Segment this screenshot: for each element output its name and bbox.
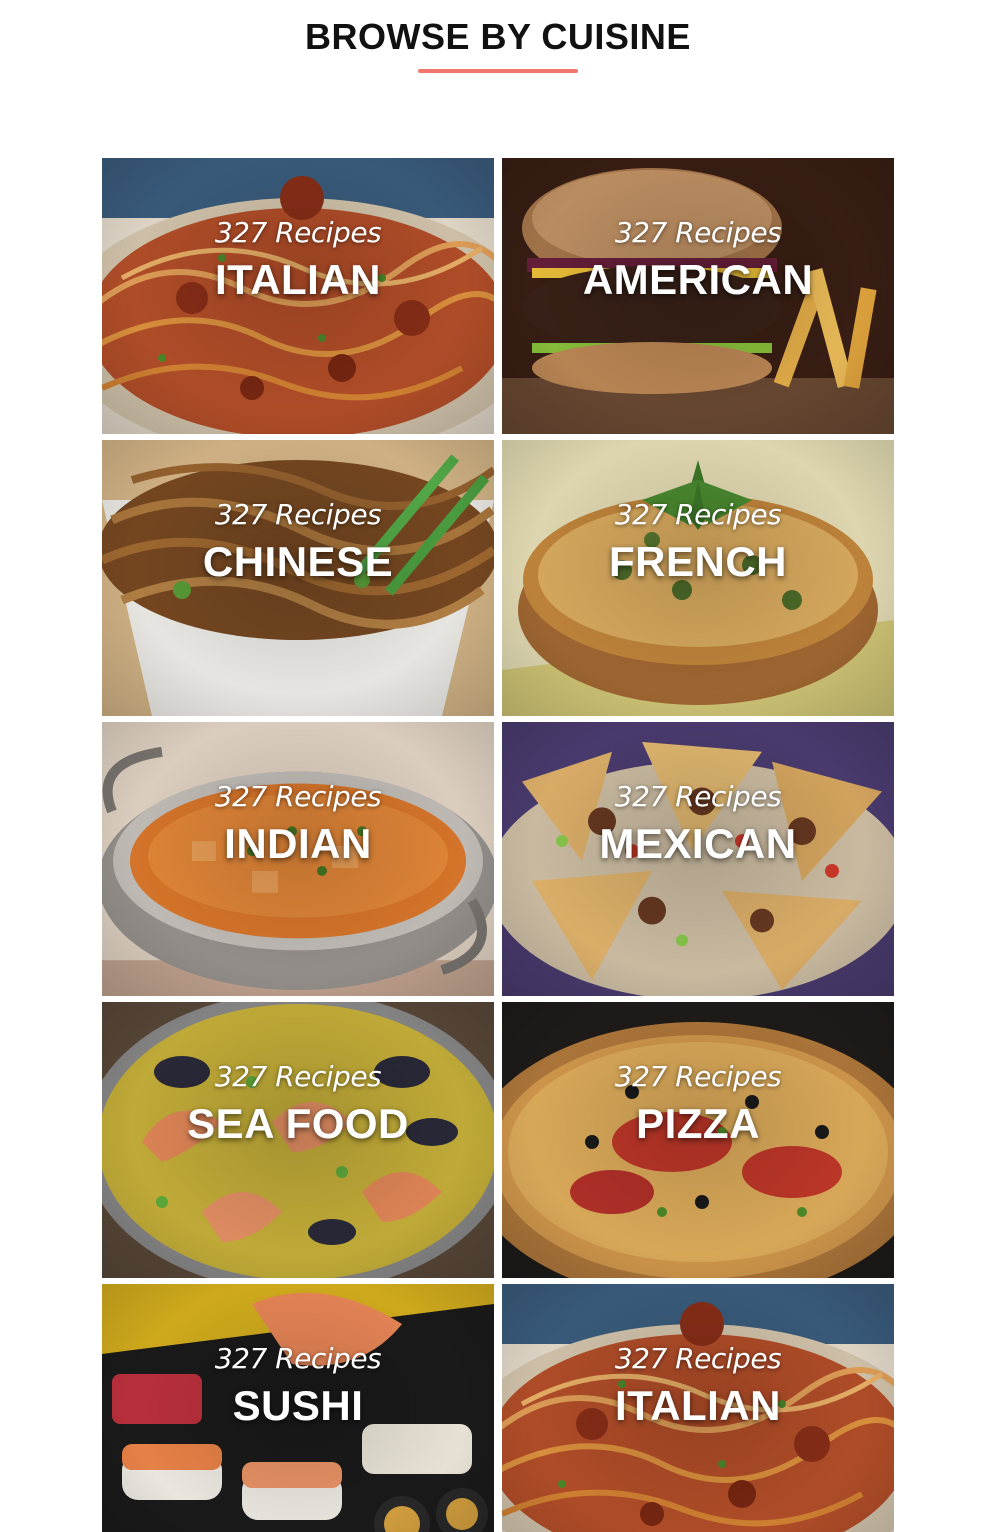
- cuisine-card-mexican[interactable]: 327 Recipes MEXICAN: [502, 722, 894, 996]
- cuisine-name: SUSHI: [232, 1382, 364, 1429]
- recipe-count: 327 Recipes: [214, 780, 382, 813]
- recipe-count: 327 Recipes: [614, 1342, 782, 1375]
- recipe-count: 327 Recipes: [214, 1060, 382, 1093]
- cuisine-card-french[interactable]: 327 Recipes FRENCH: [502, 440, 894, 716]
- cuisine-name: CHINESE: [202, 538, 394, 585]
- recipe-count: 327 Recipes: [614, 498, 782, 531]
- recipe-count: 327 Recipes: [214, 216, 382, 249]
- section-title: BROWSE BY CUISINE: [305, 16, 691, 57]
- cuisine-name: MEXICAN: [599, 820, 797, 867]
- cuisine-card-american[interactable]: 327 Recipes AMERICAN: [502, 158, 894, 434]
- cuisine-card-italian[interactable]: 327 Recipes ITALIAN: [102, 158, 494, 434]
- cuisine-name: ITALIAN: [614, 1382, 782, 1429]
- cuisine-card-sea-food[interactable]: 327 Recipes SEA FOOD: [102, 1002, 494, 1278]
- title-underline: [418, 69, 578, 73]
- cuisine-card-chinese[interactable]: 327 Recipes CHINESE: [102, 440, 494, 716]
- recipe-count: 327 Recipes: [614, 780, 782, 813]
- cuisine-card-sushi[interactable]: 327 Recipes SUSHI: [102, 1284, 494, 1532]
- recipe-count: 327 Recipes: [214, 1342, 382, 1375]
- cuisine-name: PIZZA: [636, 1100, 760, 1147]
- cuisine-grid: 327 Recipes ITALIAN 327 Recipes AMERICAN: [102, 158, 894, 1532]
- cuisine-name: INDIAN: [224, 820, 372, 867]
- cuisine-name: AMERICAN: [582, 256, 814, 303]
- section-header: BROWSE BY CUISINE: [0, 0, 996, 120]
- cuisine-card-pizza[interactable]: 327 Recipes PIZZA: [502, 1002, 894, 1278]
- cuisine-card-italian-2[interactable]: 327 Recipes ITALIAN: [502, 1284, 894, 1532]
- cuisine-name: SEA FOOD: [187, 1100, 409, 1147]
- recipe-count: 327 Recipes: [614, 216, 782, 249]
- recipe-count: 327 Recipes: [214, 498, 382, 531]
- cuisine-name: ITALIAN: [214, 256, 382, 303]
- recipe-count: 327 Recipes: [614, 1060, 782, 1093]
- cuisine-card-indian[interactable]: 327 Recipes INDIAN: [102, 722, 494, 996]
- cuisine-name: FRENCH: [609, 538, 787, 585]
